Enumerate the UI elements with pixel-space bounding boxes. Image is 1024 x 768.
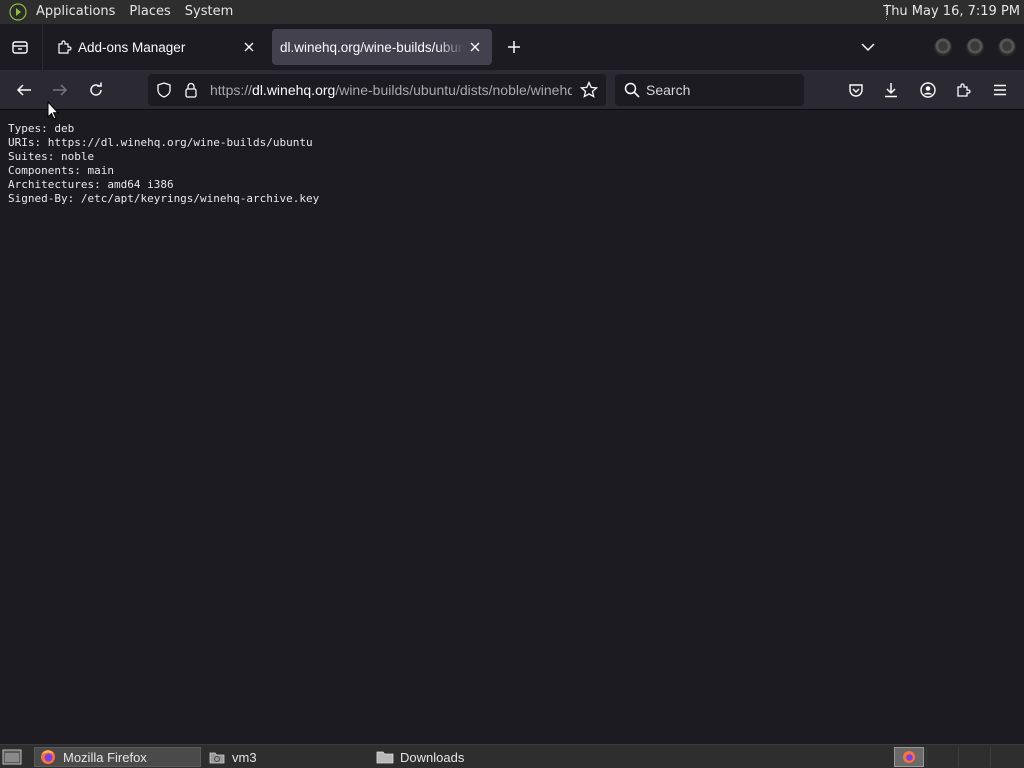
url-bar[interactable]: https://dl.winehq.org/wine-builds/ubuntu…: [148, 74, 606, 106]
taskbar-item-label: vm3: [232, 749, 257, 765]
taskbar-item-label: Mozilla Firefox: [63, 749, 147, 765]
clock[interactable]: Thu May 16, 7:19 PM: [883, 0, 1020, 24]
forward-button[interactable]: [46, 76, 74, 104]
workspace-2[interactable]: [926, 747, 958, 767]
lock-icon[interactable]: [184, 82, 198, 102]
firefox-icon: [903, 751, 915, 763]
plus-icon: [508, 41, 520, 53]
tab-close-button[interactable]: [464, 36, 486, 58]
taskbar-item-firefox[interactable]: Mozilla Firefox: [34, 747, 201, 767]
text-line: Suites: noble: [8, 150, 95, 163]
url-path: /wine-builds/ubuntu/dists/noble/winehq-n…: [335, 82, 572, 98]
menu-system[interactable]: System: [178, 0, 240, 24]
distro-logo-icon[interactable]: [9, 3, 27, 21]
text-line: Types: deb: [8, 122, 75, 135]
search-icon: [624, 82, 640, 102]
text-line: URIs: https://dl.winehq.org/wine-builds/…: [8, 136, 313, 149]
close-icon: [470, 42, 480, 52]
reload-icon: [90, 82, 102, 96]
arrow-right-icon: [53, 84, 68, 96]
puzzle-icon: [56, 39, 72, 55]
maximize-button[interactable]: [966, 38, 984, 56]
new-tab-button[interactable]: [502, 35, 526, 59]
page-content: Types: deb URIs: https://dl.winehq.org/wi…: [0, 111, 1024, 744]
top-panel: Applications Places System Thu May 16, 7…: [0, 0, 1024, 24]
url-host: dl.winehq.org: [252, 82, 336, 98]
extensions-button[interactable]: [950, 76, 978, 104]
tracking-protection-icon[interactable]: [156, 82, 172, 102]
chevron-down-icon: [861, 43, 875, 52]
workspace-4[interactable]: [990, 747, 1022, 767]
tab-divider: [42, 24, 43, 70]
tab-addons-manager[interactable]: Add-ons Manager: [48, 29, 266, 65]
tab-label: dl.winehq.org/wine-builds/ubuntu: [280, 39, 464, 55]
tab-label: Add-ons Manager: [78, 39, 186, 55]
taskbar-item-downloads[interactable]: Downloads: [372, 747, 538, 767]
hamburger-menu-icon: [994, 84, 1006, 96]
text-line: Signed-By: /etc/apt/keyrings/winehq-arch…: [8, 192, 320, 205]
search-placeholder: Search: [646, 82, 691, 98]
menu-places[interactable]: Places: [122, 0, 177, 24]
navigation-toolbar: https://dl.winehq.org/wine-builds/ubuntu…: [0, 70, 1024, 110]
arrow-left-icon: [16, 84, 31, 96]
downloads-button[interactable]: [877, 76, 905, 104]
show-desktop-icon[interactable]: [2, 748, 22, 766]
minimize-button[interactable]: [934, 38, 952, 56]
mouse-cursor-icon: [47, 101, 59, 120]
firefox-icon: [39, 749, 57, 765]
tab-winehq[interactable]: dl.winehq.org/wine-builds/ubuntu: [272, 29, 492, 65]
taskbar-item-label: Downloads: [400, 749, 465, 765]
firefox-view-button[interactable]: [4, 33, 36, 61]
text-line: Components: main: [8, 164, 114, 177]
search-bar[interactable]: Search: [615, 74, 804, 106]
list-all-tabs-button[interactable]: [856, 35, 880, 59]
back-button[interactable]: [10, 76, 38, 104]
workspace-switcher[interactable]: [894, 747, 924, 767]
plain-text-document: Types: deb URIs: https://dl.winehq.org/wi…: [8, 122, 319, 206]
pocket-button[interactable]: [842, 76, 870, 104]
tab-strip: Add-ons Manager dl.winehq.org/wine-build…: [0, 24, 1024, 70]
tab-close-button[interactable]: [238, 36, 260, 58]
panel-menu: Applications Places System: [29, 0, 240, 24]
reload-button[interactable]: [82, 76, 110, 104]
account-icon: [920, 82, 936, 98]
workspace-3[interactable]: [958, 747, 990, 767]
close-icon: [244, 42, 254, 52]
url-text[interactable]: https://dl.winehq.org/wine-builds/ubuntu…: [210, 74, 572, 106]
bookmark-star-icon[interactable]: [579, 80, 599, 103]
bottom-taskbar: Mozilla Firefox vm3 Downloads: [0, 744, 1024, 768]
url-prefix: https://: [210, 82, 253, 98]
download-icon: [885, 83, 897, 98]
text-line: Architectures: amd64 i386: [8, 178, 174, 191]
pocket-icon: [849, 84, 863, 97]
taskbar-item-vm3[interactable]: vm3: [204, 747, 370, 767]
close-window-button[interactable]: [998, 38, 1016, 56]
file-manager-icon: [208, 749, 226, 765]
account-button[interactable]: [914, 76, 942, 104]
folder-icon: [376, 749, 394, 765]
menu-applications[interactable]: Applications: [29, 0, 122, 24]
firefox-view-icon: [12, 41, 28, 54]
puzzle-icon: [957, 83, 971, 97]
app-menu-button[interactable]: [986, 76, 1014, 104]
